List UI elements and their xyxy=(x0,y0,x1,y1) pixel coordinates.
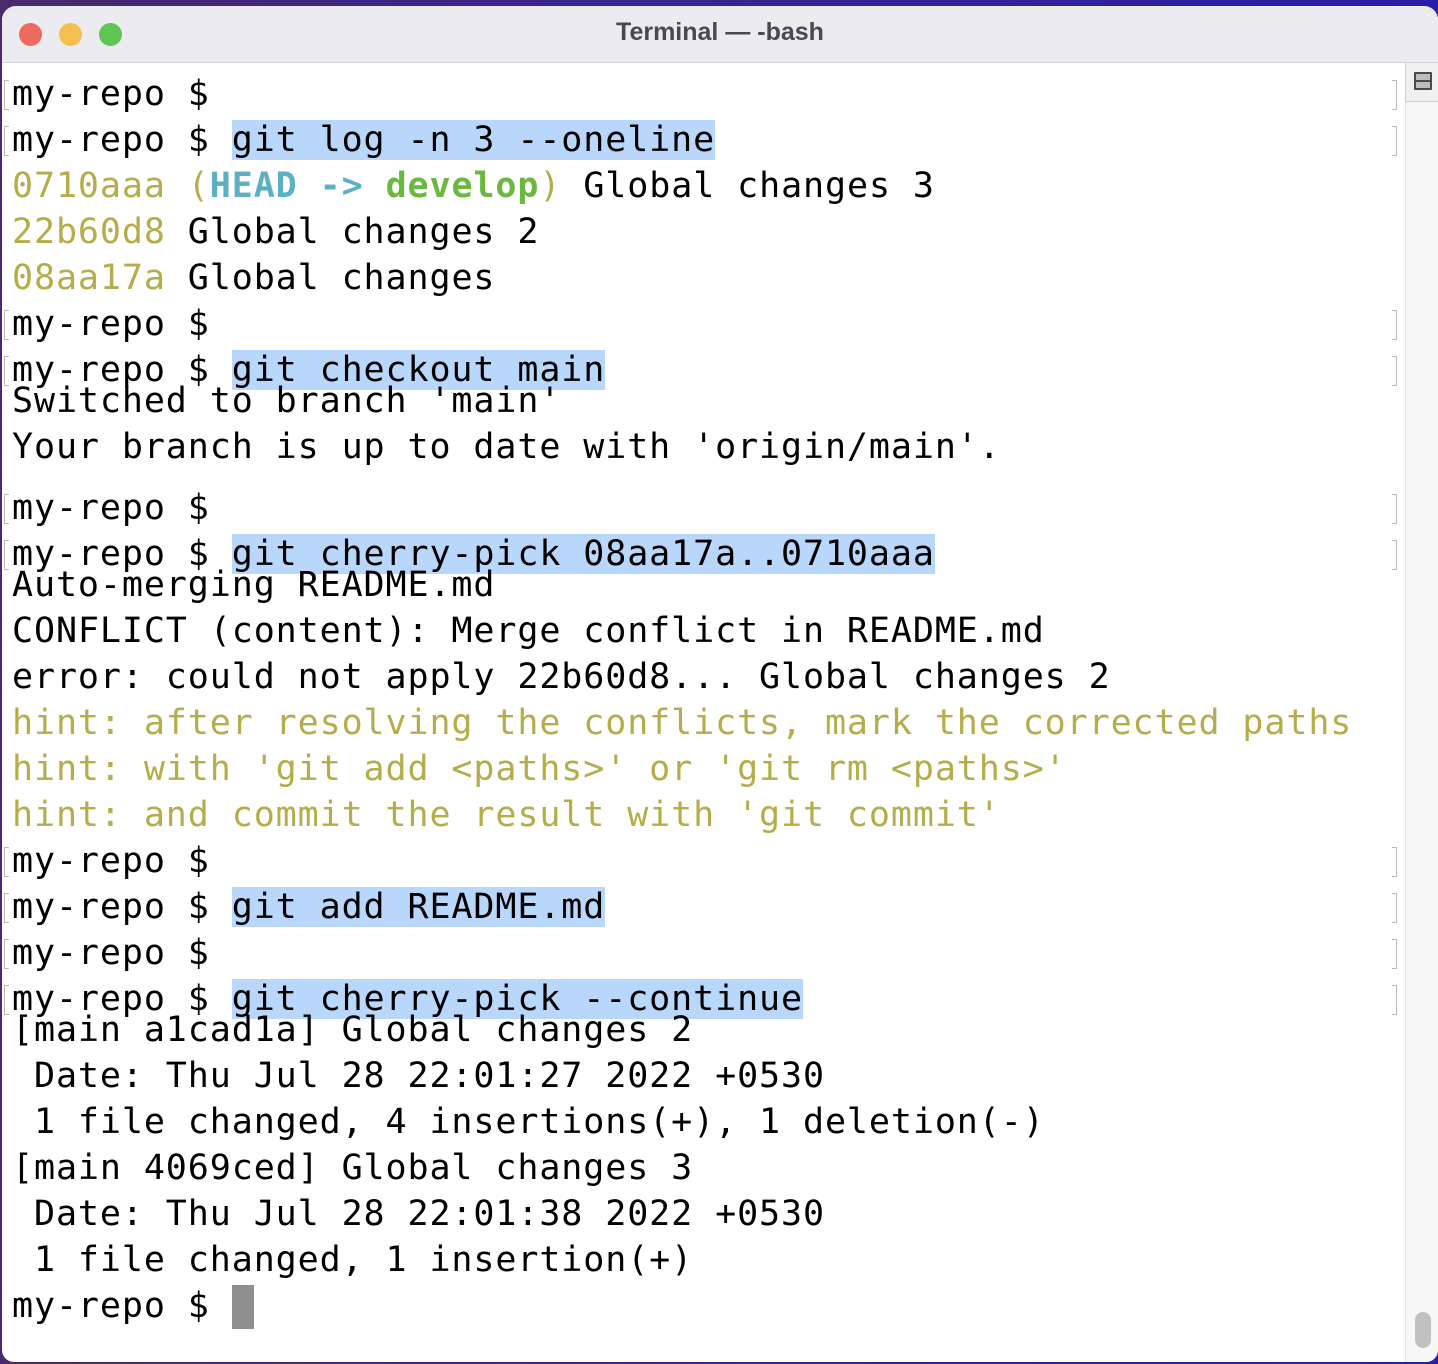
terminal-output[interactable]: my-repo $ my-repo $ git log -n 3 --oneli… xyxy=(2,63,1404,1362)
command-mark xyxy=(1392,126,1397,156)
command-mark xyxy=(1392,847,1397,877)
output-text: [main a1cad1a] Global changes 2 xyxy=(12,1010,694,1050)
command-mark xyxy=(4,985,9,1015)
terminal-line: 1 file changed, 1 insertion(+) xyxy=(12,1237,693,1283)
terminal-line: CONFLICT (content): Merge conflict in RE… xyxy=(12,608,1045,654)
command-mark xyxy=(1392,540,1397,570)
terminal-line: [main 4069ced] Global changes 3 xyxy=(12,1145,693,1191)
terminal-line: 0710aaa (HEAD -> develop) Global changes… xyxy=(12,163,935,209)
command-mark xyxy=(1392,494,1397,524)
ref-paren: ) xyxy=(539,166,562,206)
ref-paren: ( xyxy=(165,166,210,206)
command-mark xyxy=(4,939,9,969)
command-mark xyxy=(4,494,9,524)
command-mark xyxy=(1392,939,1397,969)
branch-ref: develop xyxy=(385,166,540,206)
terminal-window: Terminal — -bash my-repo $ my-repo $ git… xyxy=(2,6,1438,1362)
text-cursor xyxy=(231,1285,254,1329)
terminal-line: hint: after resolving the conflicts, mar… xyxy=(12,700,1352,746)
command-mark xyxy=(4,847,9,877)
output-text: error: could not apply 22b60d8... Global… xyxy=(12,657,1111,697)
shell-prompt: my-repo $ xyxy=(12,488,232,528)
command-mark xyxy=(4,893,9,923)
terminal-line: Switched to branch 'main' xyxy=(12,378,561,424)
terminal-line: my-repo $ xyxy=(4,71,1397,117)
commit-message: Global changes 2 xyxy=(165,212,540,252)
output-text: Auto-merging README.md xyxy=(12,565,496,605)
shell-prompt: my-repo $ xyxy=(12,120,232,160)
window-title: Terminal — -bash xyxy=(616,18,824,46)
hint-text: hint: with 'git add <paths>' or 'git rm … xyxy=(12,749,1067,789)
command-mark xyxy=(1392,356,1397,386)
head-ref: HEAD -> xyxy=(209,166,364,206)
title-bar[interactable]: Terminal — -bash xyxy=(2,6,1438,63)
shell-prompt: my-repo $ xyxy=(12,1286,232,1326)
terminal-line: 08aa17a Global changes xyxy=(12,255,495,301)
scrollbar[interactable] xyxy=(1405,63,1438,1362)
shell-prompt: my-repo $ xyxy=(12,933,232,973)
scrollbar-thumb[interactable] xyxy=(1415,1312,1431,1348)
commit-hash: 22b60d8 xyxy=(12,212,166,252)
terminal-line: my-repo $ xyxy=(12,1283,254,1329)
terminal-line: 22b60d8 Global changes 2 xyxy=(12,209,539,255)
hint-text: hint: and commit the result with 'git co… xyxy=(12,795,1001,835)
output-text: Your branch is up to date with 'origin/m… xyxy=(12,427,1001,467)
terminal-line: my-repo $ git add README.md xyxy=(4,884,1397,930)
shell-prompt: my-repo $ xyxy=(12,841,232,881)
commit-message: Global changes 3 xyxy=(561,166,935,206)
terminal-line: Your branch is up to date with 'origin/m… xyxy=(12,424,1001,470)
command-mark xyxy=(4,540,9,570)
output-text: Date: Thu Jul 28 22:01:27 2022 +0530 xyxy=(12,1056,825,1096)
split-pane-icon xyxy=(1414,72,1432,90)
commit-hash: 08aa17a xyxy=(12,258,166,298)
ref-sep xyxy=(364,166,386,206)
terminal-line: my-repo $ xyxy=(4,930,1397,976)
command-mark xyxy=(1392,310,1397,340)
output-text: 1 file changed, 4 insertions(+), 1 delet… xyxy=(12,1102,1045,1142)
output-text: [main 4069ced] Global changes 3 xyxy=(12,1148,694,1188)
terminal-line: 1 file changed, 4 insertions(+), 1 delet… xyxy=(12,1099,1045,1145)
hint-text: hint: after resolving the conflicts, mar… xyxy=(12,703,1353,743)
terminal-line: hint: and commit the result with 'git co… xyxy=(12,792,1001,838)
command-text: git add README.md xyxy=(231,887,606,927)
terminal-line: Date: Thu Jul 28 22:01:27 2022 +0530 xyxy=(12,1053,825,1099)
terminal-line: my-repo $ git log -n 3 --oneline xyxy=(4,117,1397,163)
command-mark xyxy=(1392,893,1397,923)
command-text: git log -n 3 --oneline xyxy=(231,120,716,160)
terminal-line: hint: with 'git add <paths>' or 'git rm … xyxy=(12,746,1067,792)
terminal-line: my-repo $ xyxy=(4,485,1397,531)
terminal-line: Auto-merging README.md xyxy=(12,562,495,608)
terminal-line: [main a1cad1a] Global changes 2 xyxy=(12,1007,693,1053)
command-mark xyxy=(4,126,9,156)
command-mark xyxy=(1392,985,1397,1015)
commit-message: Global changes xyxy=(165,258,496,298)
terminal-line: error: could not apply 22b60d8... Global… xyxy=(12,654,1111,700)
shell-prompt: my-repo $ xyxy=(12,887,232,927)
command-mark xyxy=(4,80,9,110)
shell-prompt: my-repo $ xyxy=(12,304,232,344)
output-text: Date: Thu Jul 28 22:01:38 2022 +0530 xyxy=(12,1194,825,1234)
output-text: CONFLICT (content): Merge conflict in RE… xyxy=(12,611,1045,651)
output-text: 1 file changed, 1 insertion(+) xyxy=(12,1240,694,1280)
terminal-line: my-repo $ xyxy=(4,838,1397,884)
command-mark xyxy=(4,356,9,386)
command-mark xyxy=(1392,80,1397,110)
commit-hash: 0710aaa xyxy=(12,166,166,206)
split-pane-button[interactable] xyxy=(1405,63,1438,102)
output-text: Switched to branch 'main' xyxy=(12,381,562,421)
shell-prompt: my-repo $ xyxy=(12,74,232,114)
terminal-line: my-repo $ xyxy=(4,301,1397,347)
terminal-line: Date: Thu Jul 28 22:01:38 2022 +0530 xyxy=(12,1191,825,1237)
command-mark xyxy=(4,310,9,340)
